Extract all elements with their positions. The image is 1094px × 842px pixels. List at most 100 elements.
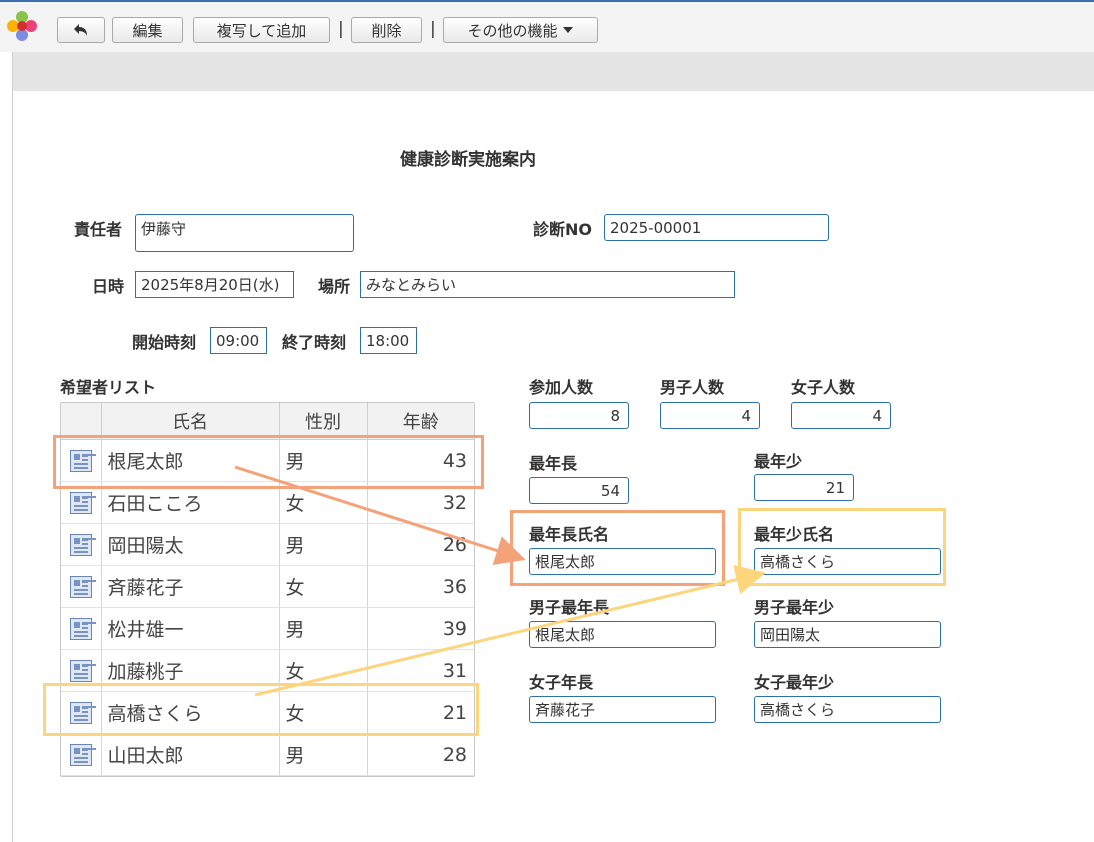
end-time-label: 終了時刻 bbox=[282, 333, 347, 352]
table-row[interactable]: 松井雄一男 39 bbox=[61, 607, 474, 650]
cell-name: 岡田陽太 bbox=[100, 523, 279, 566]
youngest-name-field[interactable]: 高橋さくら bbox=[754, 548, 941, 575]
row-detail-cell[interactable] bbox=[61, 649, 101, 692]
responsible-label: 責任者 bbox=[74, 220, 123, 239]
table-row[interactable]: 山田太郎男 28 bbox=[61, 733, 474, 776]
cell-name: 松井雄一 bbox=[100, 607, 279, 650]
start-time-label: 開始時刻 bbox=[132, 333, 197, 352]
back-button[interactable] bbox=[57, 17, 105, 43]
cell-name: 根尾太郎 bbox=[100, 439, 279, 482]
cell-gender: 男 bbox=[278, 523, 367, 566]
delete-button[interactable]: 削除 bbox=[351, 17, 422, 43]
record-detail-icon[interactable] bbox=[69, 617, 92, 640]
male-oldest-label: 男子最年長 bbox=[529, 598, 610, 617]
oldest-age-label: 最年長 bbox=[529, 454, 578, 473]
cell-age: 43 bbox=[366, 439, 474, 482]
female-count-field[interactable]: 4 bbox=[791, 402, 891, 429]
female-count-label: 女子人数 bbox=[791, 378, 856, 397]
row-detail-cell[interactable] bbox=[61, 439, 101, 482]
cell-age: 32 bbox=[366, 481, 474, 524]
start-time-field[interactable]: 09:00 bbox=[210, 327, 267, 354]
form-title: 健康診断実施案内 bbox=[400, 150, 536, 170]
app-logo-icon bbox=[7, 11, 37, 41]
end-time-field[interactable]: 18:00 bbox=[360, 327, 417, 354]
more-functions-label: その他の機能 bbox=[467, 21, 558, 40]
table-row[interactable]: 斉藤花子女 36 bbox=[61, 565, 474, 608]
row-detail-cell[interactable] bbox=[61, 481, 101, 524]
dropdown-caret-icon bbox=[562, 27, 573, 33]
cell-gender: 男 bbox=[278, 439, 367, 482]
applicant-list-title: 希望者リスト bbox=[60, 378, 157, 397]
row-detail-cell[interactable] bbox=[61, 607, 101, 650]
column-header-name: 氏名 bbox=[100, 403, 279, 440]
column-header-gender: 性別 bbox=[278, 403, 367, 440]
row-detail-cell[interactable] bbox=[61, 691, 101, 734]
copy-add-button[interactable]: 複写して追加 bbox=[193, 17, 330, 43]
cell-gender: 女 bbox=[278, 649, 367, 692]
table-row[interactable]: 石田こころ女 32 bbox=[61, 481, 474, 524]
cell-age: 28 bbox=[366, 733, 474, 776]
record-detail-icon[interactable] bbox=[69, 575, 92, 598]
row-detail-cell[interactable] bbox=[61, 565, 101, 608]
cell-age: 39 bbox=[366, 607, 474, 650]
female-oldest-field[interactable]: 斉藤花子 bbox=[529, 696, 716, 723]
youngest-age-label: 最年少 bbox=[754, 452, 803, 471]
toolbar-separator: | bbox=[430, 19, 436, 39]
diag-no-field[interactable]: 2025-00001 bbox=[604, 214, 829, 241]
cell-gender: 男 bbox=[278, 607, 367, 650]
edit-button[interactable]: 編集 bbox=[112, 17, 183, 43]
female-youngest-label: 女子最年少 bbox=[754, 673, 835, 692]
cell-age: 36 bbox=[366, 565, 474, 608]
female-oldest-label: 女子年長 bbox=[529, 673, 594, 692]
participants-label: 参加人数 bbox=[529, 378, 594, 397]
responsible-field[interactable]: 伊藤守 bbox=[135, 214, 354, 252]
cell-age: 21 bbox=[366, 691, 474, 734]
row-detail-cell[interactable] bbox=[61, 733, 101, 776]
cell-gender: 女 bbox=[278, 691, 367, 734]
male-count-label: 男子人数 bbox=[660, 378, 725, 397]
participants-field[interactable]: 8 bbox=[529, 402, 629, 429]
place-label: 場所 bbox=[318, 277, 351, 296]
column-header-age: 年齢 bbox=[366, 403, 474, 440]
table-row[interactable]: 加藤桃子女 31 bbox=[61, 649, 474, 692]
place-field[interactable]: みなとみらい bbox=[360, 271, 735, 298]
youngest-name-label: 最年少氏名 bbox=[754, 525, 835, 544]
applicant-table: 氏名 性別 年齢 根尾太郎男 43 石田こころ女 32 岡田陽太男 26 斉藤花子女 36 松井… bbox=[60, 402, 475, 777]
record-detail-icon[interactable] bbox=[69, 701, 92, 724]
cell-name: 山田太郎 bbox=[100, 733, 279, 776]
table-row[interactable]: 高橋さくら女 21 bbox=[61, 691, 474, 734]
back-arrow-icon bbox=[74, 24, 87, 36]
cell-name: 高橋さくら bbox=[100, 691, 279, 734]
record-detail-icon[interactable] bbox=[69, 491, 92, 514]
date-label: 日時 bbox=[92, 277, 125, 296]
cell-name: 石田こころ bbox=[100, 481, 279, 524]
cell-gender: 女 bbox=[278, 481, 367, 524]
table-row[interactable]: 岡田陽太男 26 bbox=[61, 523, 474, 566]
male-count-field[interactable]: 4 bbox=[660, 402, 760, 429]
record-detail-icon[interactable] bbox=[69, 659, 92, 682]
more-functions-button[interactable]: その他の機能 bbox=[443, 17, 598, 43]
record-detail-icon[interactable] bbox=[69, 533, 92, 556]
cell-age: 26 bbox=[366, 523, 474, 566]
female-youngest-field[interactable]: 高橋さくら bbox=[754, 696, 941, 723]
column-header-icon bbox=[61, 403, 101, 440]
record-detail-icon[interactable] bbox=[69, 449, 92, 472]
table-row[interactable]: 根尾太郎男 43 bbox=[61, 439, 474, 482]
oldest-name-field[interactable]: 根尾太郎 bbox=[529, 548, 716, 575]
youngest-age-field[interactable]: 21 bbox=[754, 474, 854, 501]
record-detail-icon[interactable] bbox=[69, 743, 92, 766]
male-oldest-field[interactable]: 根尾太郎 bbox=[529, 621, 716, 648]
cell-gender: 男 bbox=[278, 733, 367, 776]
cell-name: 斉藤花子 bbox=[100, 565, 279, 608]
male-youngest-field[interactable]: 岡田陽太 bbox=[754, 621, 941, 648]
oldest-name-label: 最年長氏名 bbox=[529, 525, 610, 544]
date-field[interactable]: 2025年8月20日(水) bbox=[135, 271, 294, 298]
table-header-row: 氏名 性別 年齢 bbox=[61, 403, 474, 440]
header-band bbox=[12, 52, 1094, 91]
cell-gender: 女 bbox=[278, 565, 367, 608]
row-detail-cell[interactable] bbox=[61, 523, 101, 566]
male-youngest-label: 男子最年少 bbox=[754, 598, 835, 617]
toolbar-separator: | bbox=[338, 19, 344, 39]
oldest-age-field[interactable]: 54 bbox=[529, 477, 629, 504]
diag-no-label: 診断NO bbox=[533, 220, 592, 239]
